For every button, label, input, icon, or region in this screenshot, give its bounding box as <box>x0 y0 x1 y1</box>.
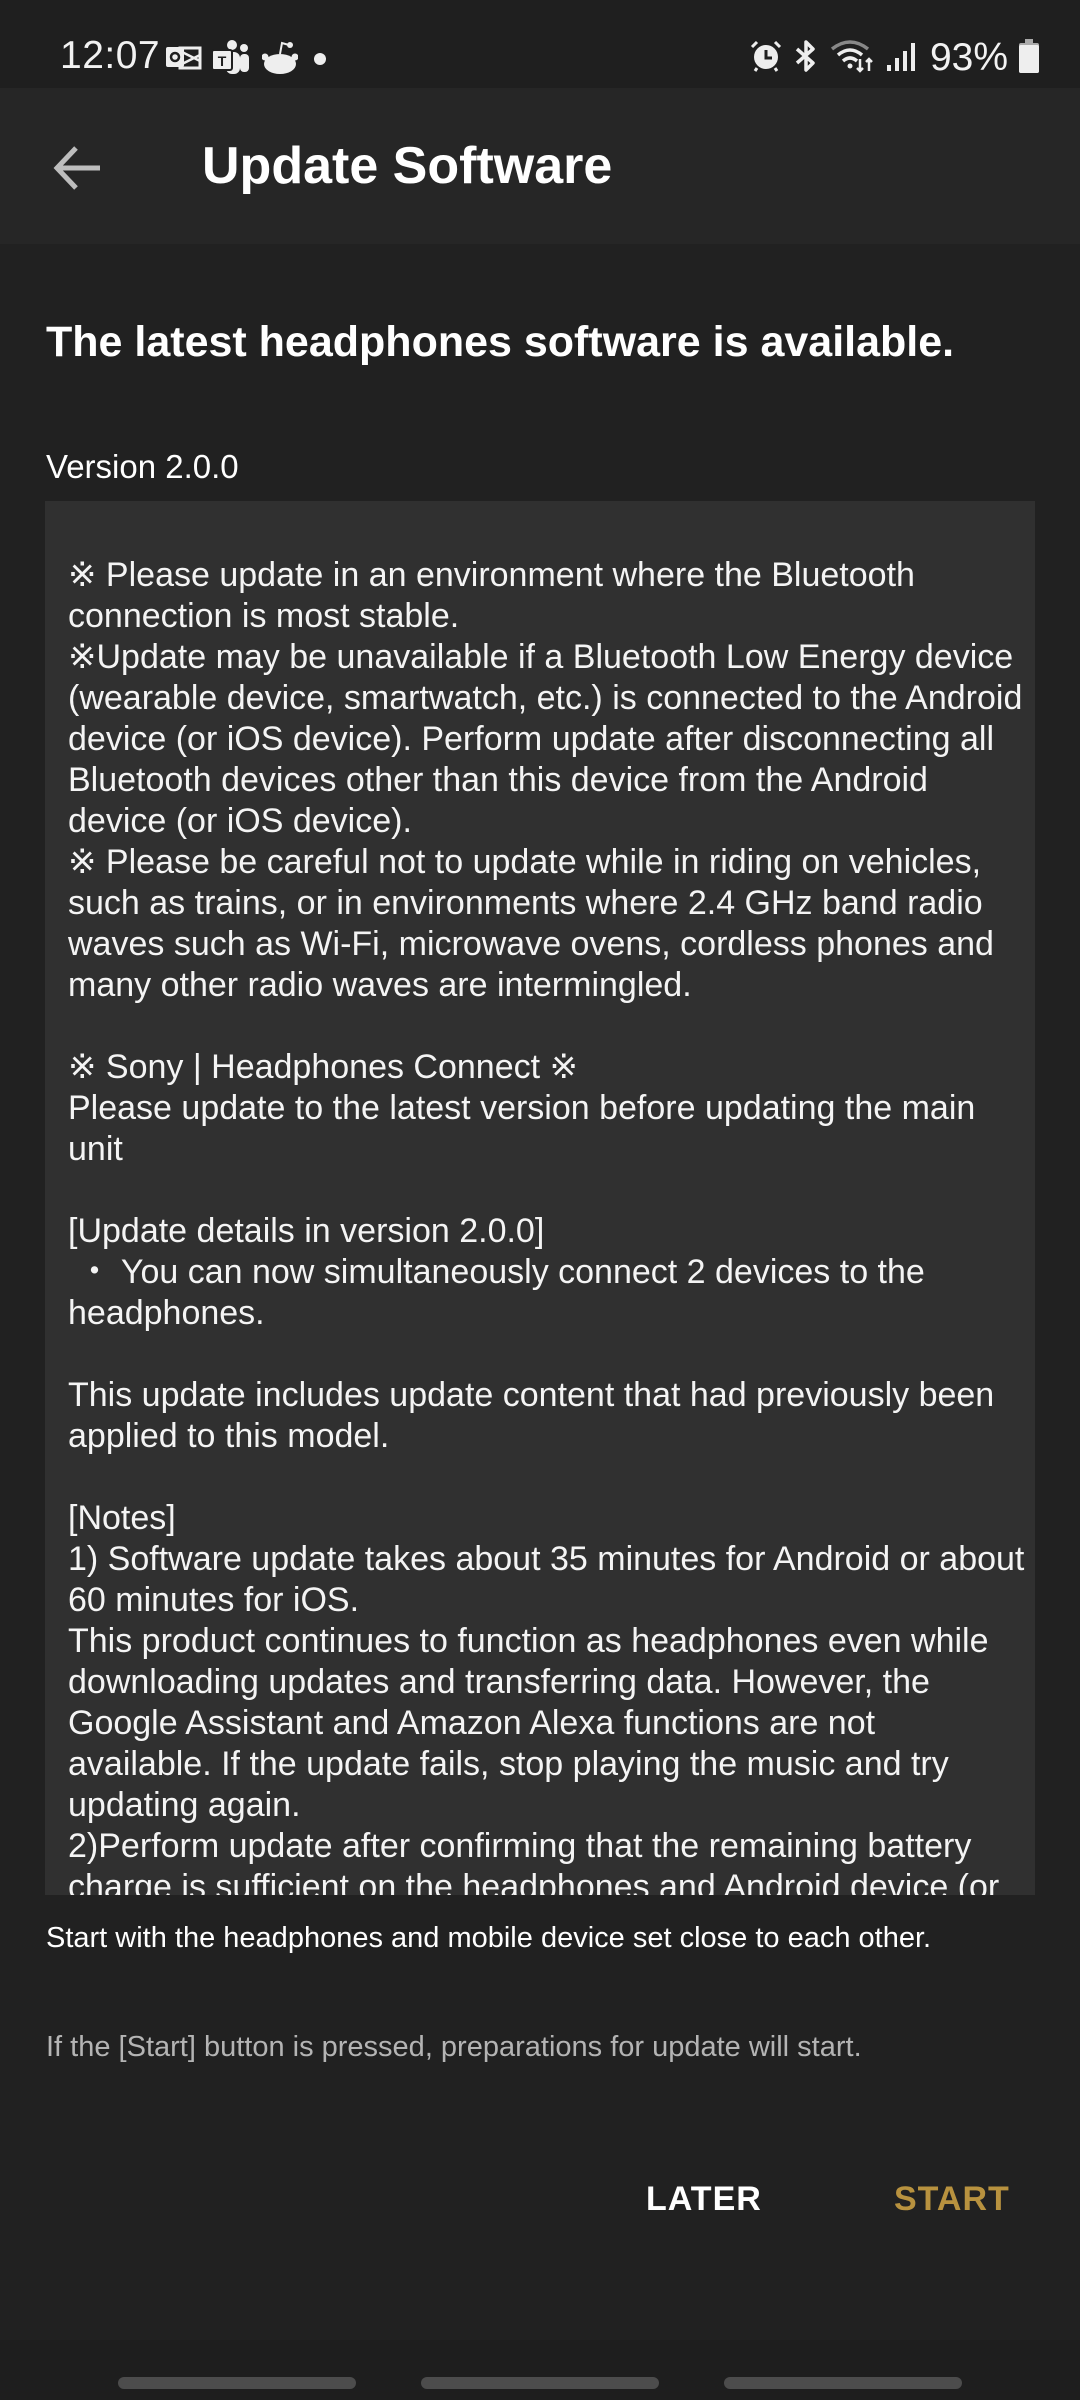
start-hint: If the [Start] button is pressed, prepar… <box>46 2031 862 2063</box>
bluetooth-icon <box>792 39 820 78</box>
svg-text:T: T <box>218 53 227 69</box>
reddit-icon <box>261 41 299 80</box>
nav-back-button[interactable] <box>724 2377 962 2389</box>
more-notifications-dot <box>308 46 332 75</box>
headline: The latest headphones software is availa… <box>46 318 955 366</box>
teams-icon: T <box>211 40 252 81</box>
nav-recents-button[interactable] <box>118 2377 356 2389</box>
system-icons: 93% <box>750 36 1040 80</box>
proximity-hint: Start with the headphones and mobile dev… <box>46 1922 932 1954</box>
page-title: Update Software <box>202 137 613 195</box>
nav-home-button[interactable] <box>421 2377 659 2389</box>
release-notes-text: ※ Please update in an environment where … <box>68 556 1025 1895</box>
arrow-left-icon <box>50 138 110 203</box>
battery-percent: 93% <box>929 36 1008 79</box>
navigation-bar <box>0 2340 1080 2400</box>
status-bar: 12:07 T 93% <box>0 0 1080 88</box>
start-button[interactable]: START <box>880 2170 1024 2229</box>
wifi-icon <box>830 39 876 78</box>
version-label: Version 2.0.0 <box>46 448 239 485</box>
notification-icons: T <box>166 40 332 81</box>
alarm-icon <box>750 40 782 77</box>
later-button[interactable]: LATER <box>632 2170 776 2229</box>
back-button[interactable] <box>50 138 110 198</box>
cellular-signal-icon <box>886 40 916 77</box>
release-notes-scroll[interactable]: ※ Please update in an environment where … <box>45 501 1035 1895</box>
app-bar: Update Software <box>0 88 1080 244</box>
battery-icon <box>1018 38 1040 78</box>
status-time: 12:07 <box>60 34 161 77</box>
outlook-icon <box>166 43 202 78</box>
